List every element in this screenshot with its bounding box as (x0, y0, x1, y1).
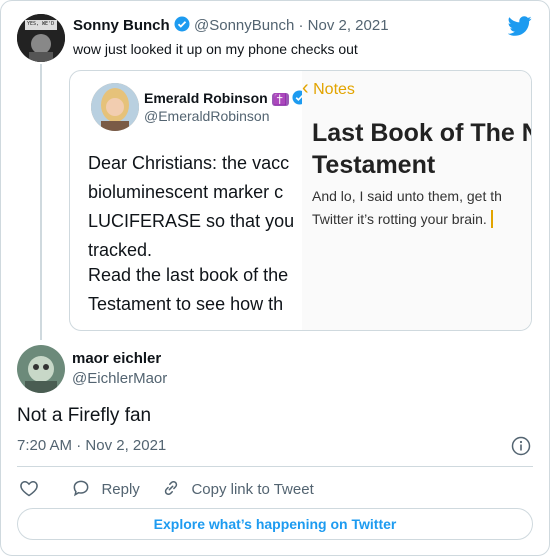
quoted-text-line: LUCIFERASE so that you (88, 211, 295, 231)
reply-avatar[interactable] (17, 345, 65, 393)
tweet-text: wow just looked it up on my phone checks… (73, 41, 358, 57)
reply-label: Reply (101, 481, 140, 498)
quoted-text-line: bioluminescent marker c (88, 182, 284, 202)
reply-author-handle[interactable]: @EichlerMaor (72, 370, 167, 387)
like-button[interactable] (19, 478, 41, 498)
separator-dot: · (298, 17, 304, 34)
reply-icon (73, 480, 89, 497)
notes-title-line2: Testament (312, 151, 436, 179)
chevron-left-icon: ‹ (302, 77, 309, 99)
explore-button[interactable]: Explore what’s happening on Twitter (17, 508, 533, 540)
avatar[interactable]: YES, WE'D (17, 14, 65, 62)
twitter-bird-icon[interactable] (507, 14, 532, 38)
notes-body: And lo, I said unto them, get th (312, 188, 502, 204)
heart-icon (20, 480, 38, 497)
notes-app-panel: ‹ Notes Last Book of The N Testament And… (302, 71, 532, 330)
author-name[interactable]: Sonny Bunch (73, 17, 170, 34)
quoted-avatar (91, 83, 139, 131)
tweet-date[interactable]: Nov 2, 2021 (308, 17, 389, 34)
quoted-name-emoji: ✝️ (271, 93, 289, 106)
quoted-text-line: Dear Christians: the vacc (88, 153, 290, 173)
copy-link-button[interactable]: Copy link to Tweet (161, 478, 314, 499)
link-icon (164, 480, 178, 496)
quoted-media[interactable]: Emerald Robinson ✝️ @EmeraldRobinson Dea… (69, 70, 532, 331)
thread-line (40, 64, 42, 340)
reply-time[interactable]: 7:20 AM (17, 437, 72, 454)
quoted-text-line: Read the last book of the (88, 265, 289, 285)
reply-button[interactable]: Reply (71, 478, 140, 499)
avatar-caption: YES, WE'D (27, 21, 55, 27)
notes-body-line2: Twitter it’s rotting your brain. (312, 211, 487, 227)
notes-back-label: Notes (313, 81, 355, 98)
info-icon[interactable] (511, 436, 531, 456)
verified-badge-icon (174, 16, 190, 32)
quoted-text-line: Testament to see how th (88, 294, 284, 314)
notes-title: Last Book of The N (312, 119, 532, 147)
reply-text: Not a Firefly fan (17, 405, 152, 426)
divider (17, 466, 533, 467)
text-cursor (490, 210, 493, 228)
author-handle[interactable]: @SonnyBunch (194, 17, 294, 34)
copy-link-label: Copy link to Tweet (191, 481, 314, 498)
reply-date[interactable]: Nov 2, 2021 (85, 437, 166, 454)
reply-author-name[interactable]: maor eichler (72, 350, 161, 367)
quoted-author-name: Emerald Robinson (144, 90, 268, 106)
separator-dot: · (76, 437, 82, 454)
quoted-author-handle: @EmeraldRobinson (144, 108, 270, 124)
